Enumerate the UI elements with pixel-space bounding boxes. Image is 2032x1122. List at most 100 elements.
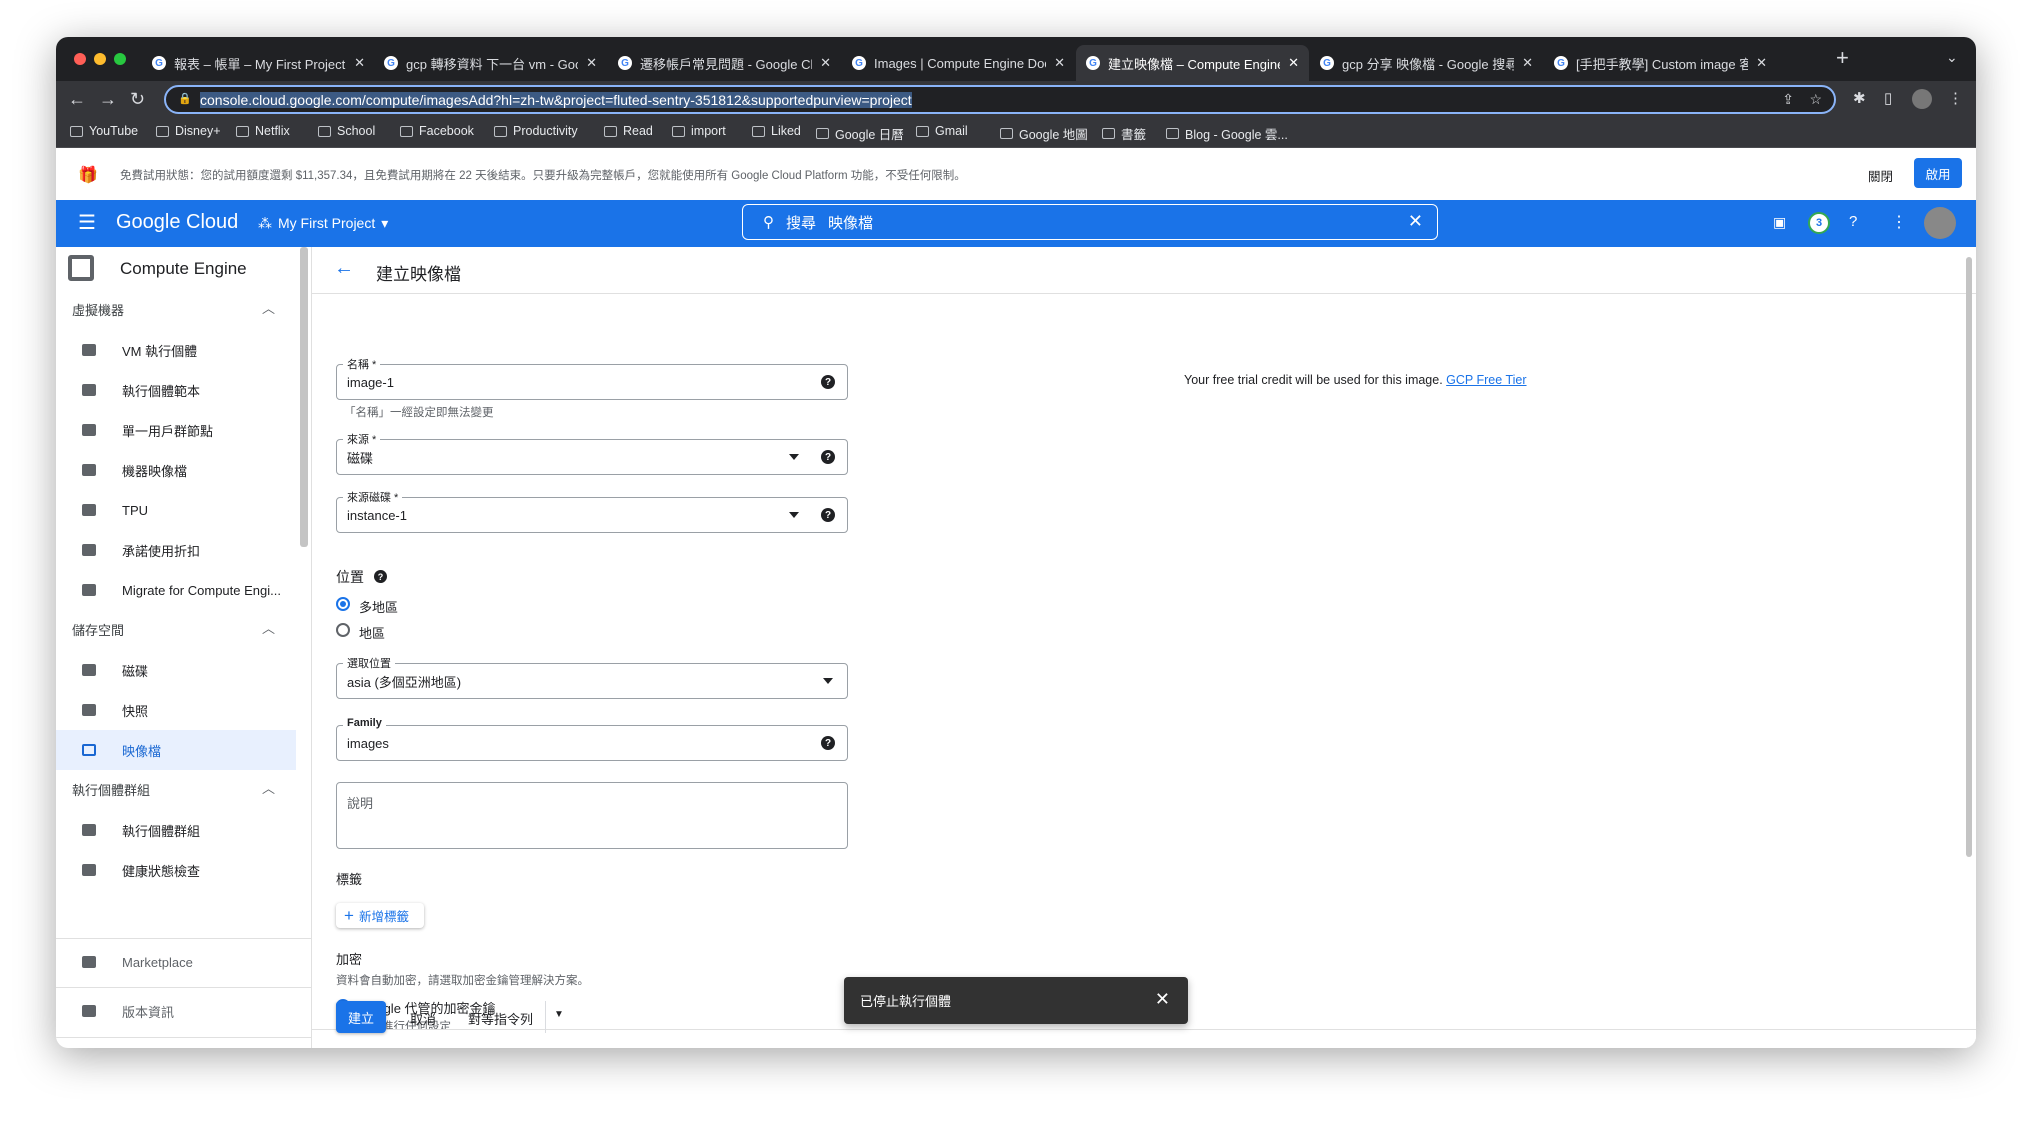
close-tab-icon[interactable]: ✕ [1756,55,1767,71]
dropdown-arrow-icon [789,454,799,460]
side-panel-icon[interactable]: ▯ [1884,89,1892,107]
sidebar-item[interactable]: 健康狀態檢查 [56,850,296,890]
browser-tab[interactable]: Ggcp 轉移資料 下一台 vm - Goog ✕ [374,45,607,81]
favicon-icon: G [618,56,632,70]
sidebar-item-release-notes[interactable]: 版本資訊 [56,991,296,1031]
star-icon[interactable]: ☆ [1809,91,1822,108]
account-avatar[interactable] [1924,207,1956,239]
new-tab-button[interactable]: + [1836,45,1849,71]
bookmark-item[interactable]: Liked [752,124,801,138]
forward-button[interactable]: → [99,89,117,110]
dropdown-arrow-icon[interactable]: ▼ [554,1009,564,1020]
close-tab-icon[interactable]: ✕ [820,55,831,71]
menu-icon[interactable]: ⋮ [1948,89,1963,107]
sidebar-item[interactable]: Migrate for Compute Engi... [56,570,296,610]
gcp-free-tier-link[interactable]: GCP Free Tier [1446,373,1526,387]
clear-search-icon[interactable]: ✕ [1408,211,1423,232]
address-bar[interactable]: 🔒 console.cloud.google.com/compute/image… [164,85,1836,114]
close-tab-icon[interactable]: ✕ [354,55,365,71]
maximize-window-button[interactable] [114,53,126,65]
cancel-button[interactable]: 取消 [410,1009,436,1028]
bookmark-item[interactable]: YouTube [70,124,138,138]
close-icon[interactable]: ✕ [1155,989,1170,1010]
browser-tab[interactable]: G 建立映像檔 – Compute Engine – ✕ [1076,45,1309,81]
google-cloud-logo[interactable]: Google Cloud [116,211,238,234]
cloud-shell-icon[interactable]: ▣ [1773,214,1786,231]
dismiss-button[interactable]: 關閉 [1868,166,1893,185]
sidebar-item[interactable]: VM 執行個體 [56,330,296,370]
sidebar-item[interactable]: TPU [56,490,296,530]
help-icon[interactable]: ? [821,375,835,389]
profile-avatar[interactable] [1912,89,1932,109]
sidebar-section-header[interactable]: 執行個體群組 ︿ [72,780,275,799]
browser-tab[interactable]: G 報表 – 帳單 – My First Project – ✕ [142,45,375,81]
sidebar-item[interactable]: 磁碟 [56,650,296,690]
help-icon[interactable]: ? [1849,213,1857,230]
release-notes-icon [82,1005,96,1017]
sidebar-item-label: Migrate for Compute Engi... [122,582,281,598]
search-input[interactable]: ⚲ 搜尋 映像檔 ✕ [742,204,1438,240]
main-scrollbar[interactable] [1966,257,1972,857]
back-arrow-icon[interactable]: ← [334,257,354,280]
location-select[interactable]: 選取位置 asia (多個亞洲地區) [336,655,848,699]
back-button[interactable]: ← [68,89,86,110]
help-icon[interactable]: ? [374,570,387,583]
bookmark-item[interactable]: Google 地圖 [1000,124,1088,143]
share-icon[interactable]: ⇪ [1782,91,1794,108]
close-tab-icon[interactable]: ✕ [1054,55,1065,71]
close-window-button[interactable] [74,53,86,65]
bookmark-item[interactable]: Google 日曆 [816,124,904,143]
sidebar-item[interactable]: 承諾使用折扣 [56,530,296,570]
browser-tab[interactable]: G 遷移帳戶常見問題 - Google Clo ✕ [608,45,841,81]
minimize-window-button[interactable] [94,53,106,65]
bookmark-item[interactable]: Netflix [236,124,290,138]
close-tab-icon[interactable]: ✕ [586,55,597,71]
bookmark-item[interactable]: Gmail [916,124,968,138]
extensions-icon[interactable]: ✱ [1853,89,1866,107]
activate-button[interactable]: 啟用 [1914,158,1962,188]
sidebar-item-marketplace[interactable]: Marketplace [56,942,296,982]
more-options-icon[interactable]: ⋮ [1891,212,1907,232]
sidebar-scrollbar[interactable] [300,247,308,547]
region-radio[interactable] [336,623,350,637]
source-select[interactable]: 來源 * 磁碟 ? [336,431,848,475]
equivalent-command-line-button[interactable]: 對等指令列 [468,1009,533,1028]
bookmark-item[interactable]: Facebook [400,124,474,138]
add-label-button[interactable]: + 新增標籤 [336,903,424,928]
bookmark-item[interactable]: School [318,124,375,138]
favicon-icon: G [1554,56,1568,70]
bookmark-item[interactable]: Productivity [494,124,578,138]
reload-button[interactable]: ↻ [130,89,145,110]
notifications-badge[interactable]: 3 [1808,212,1830,234]
sidebar-item[interactable]: 機器映像檔 [56,450,296,490]
close-tab-icon[interactable]: ✕ [1288,55,1299,71]
sidebar-item[interactable]: 執行個體群組 [56,810,296,850]
sidebar-item[interactable]: 執行個體範本 [56,370,296,410]
description-textarea[interactable]: 說明 [336,782,848,849]
project-picker[interactable]: ⁂ My First Project ▾ [258,215,388,232]
bookmark-item[interactable]: import [672,124,726,138]
sidebar-item[interactable]: 映像檔 [56,730,296,770]
family-field[interactable]: Family images ? [336,717,848,761]
tab-search-chevron-icon[interactable]: ⌄ [1946,49,1958,66]
bookmark-item[interactable]: Read [604,124,653,138]
bookmark-item[interactable]: Blog - Google 雲... [1166,124,1288,143]
sidebar-item[interactable]: 快照 [56,690,296,730]
multi-region-radio[interactable] [336,597,350,611]
bookmark-item[interactable]: Disney+ [156,124,221,138]
browser-tab[interactable]: G [手把手教學] Custom image 客製 ✕ [1544,45,1777,81]
help-icon[interactable]: ? [821,450,835,464]
sidebar-section-header[interactable]: 虛擬機器 ︿ [72,300,275,319]
name-field[interactable]: 名稱 * image-1 ? [336,356,848,400]
sidebar-section-header[interactable]: 儲存空間 ︿ [72,620,275,639]
source-disk-select[interactable]: 來源磁碟 * instance-1 ? [336,489,848,533]
create-button[interactable]: 建立 [336,1001,386,1033]
browser-tab[interactable]: G Images | Compute Engine Doc ✕ [842,45,1075,81]
bookmark-item[interactable]: 書籤 [1102,124,1146,143]
hamburger-menu-icon[interactable]: ☰ [78,210,96,235]
help-icon[interactable]: ? [821,736,835,750]
sidebar-item[interactable]: 單一用戶群節點 [56,410,296,450]
browser-tab[interactable]: Ggcp 分享 映像檔 - Google 搜尋 ✕ [1310,45,1543,81]
close-tab-icon[interactable]: ✕ [1522,55,1533,71]
help-icon[interactable]: ? [821,508,835,522]
